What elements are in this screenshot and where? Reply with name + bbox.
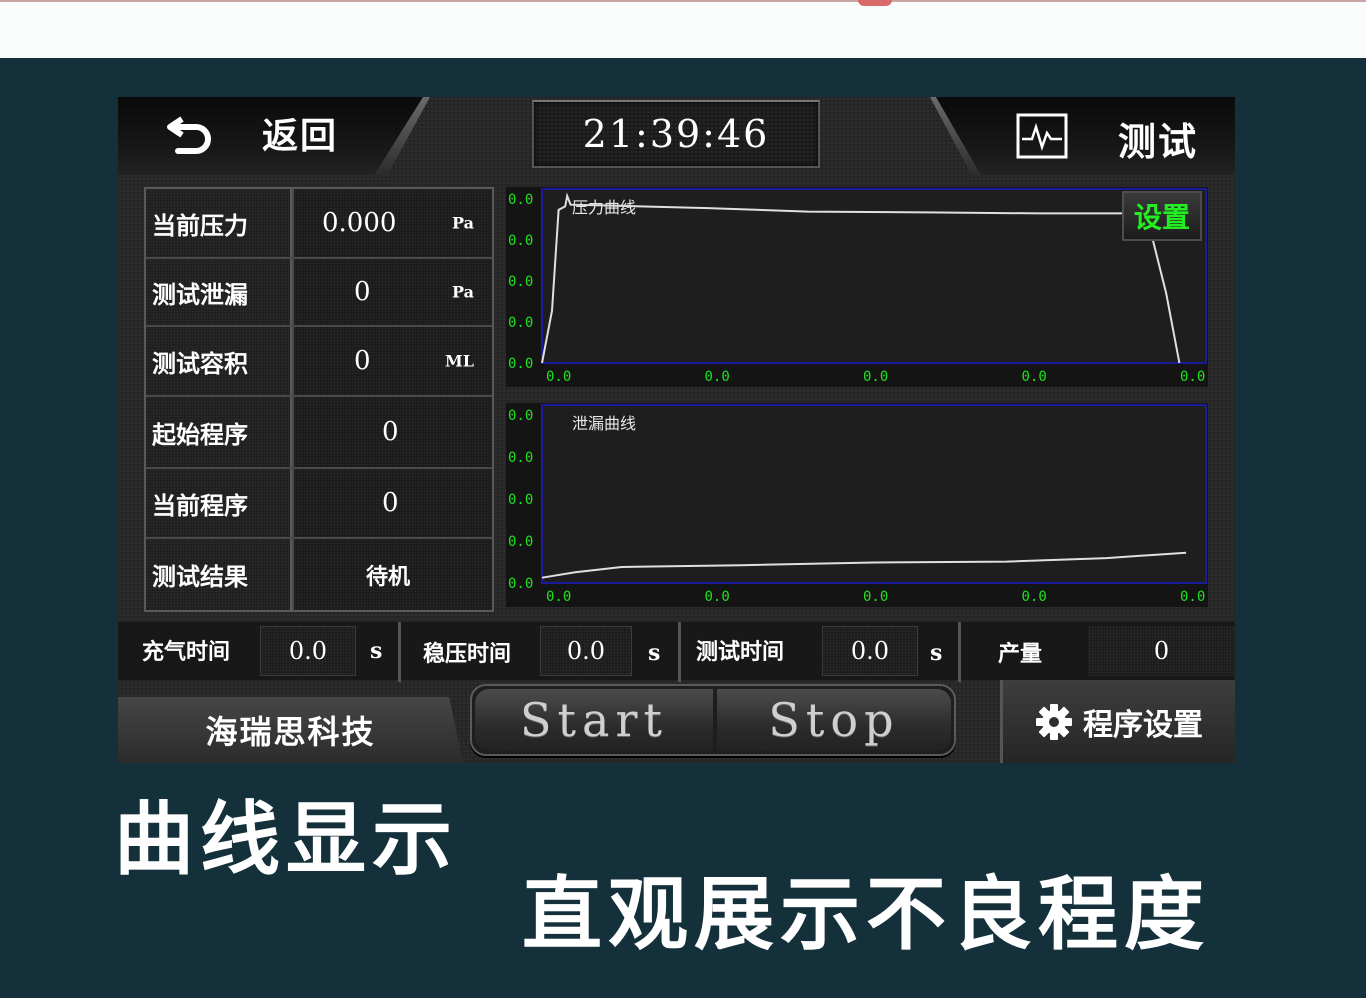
timing-info-bar: 充气时间 0.0 s 稳压时间 0.0 s 测试时间 0.0 s 产量 0 [118,622,1235,682]
chart-settings-button[interactable]: 设置 [1122,191,1202,241]
chart-title: 压力曲线 [572,198,636,217]
waveform-icon [1016,113,1068,159]
x-tick-label: 0.0 [546,589,571,605]
x-tick-label: 0.0 [546,369,571,385]
output-label: 产量 [998,641,1043,667]
y-tick-label: 0.0 [508,534,533,550]
test-mode-label[interactable]: 测试 [1118,111,1198,166]
y-tick-label: 0.0 [508,408,533,424]
param-value: 0 [354,346,371,376]
x-tick-label: 0.0 [1180,369,1205,385]
divider [398,622,401,682]
program-settings-button[interactable]: 程序设置 [1000,680,1235,763]
param-value: 0 [382,417,399,447]
start-stop-group: Start Stop [470,684,956,756]
x-tick-label: 0.0 [705,589,730,605]
test-result-status: 待机 [366,563,411,590]
x-tick-label: 0.0 [1022,369,1047,385]
back-arrow-icon [167,116,211,154]
param-row-current-program: 当前程序 0 [146,469,492,537]
param-value: 0 [354,277,371,307]
divider [958,622,961,682]
param-unit: Pa [452,213,474,233]
param-value-cell[interactable]: 0 Pa [294,259,492,325]
param-row-current-pressure: 当前压力 0.000 Pa [146,189,492,257]
x-tick-label: 0.0 [1022,589,1047,605]
x-tick-label: 0.0 [863,589,888,605]
hmi-screen: 返回 21:39:46 测试 当前压力 0.000 Pa 测试泄漏 0 Pa 测… [118,97,1235,763]
y-tick-label: 0.0 [508,192,533,208]
param-value-cell[interactable]: 0 ML [294,327,492,395]
back-label[interactable]: 返回 [262,107,338,159]
clock-display: 21:39:46 [532,100,820,168]
test-time-unit: s [930,640,943,666]
param-unit: Pa [452,282,474,302]
y-tick-label: 0.0 [508,233,533,249]
chart-title: 泄漏曲线 [572,414,636,433]
caption-defect-visualization: 直观展示不良程度 [522,868,1210,961]
param-label: 测试泄漏 [146,259,292,325]
caption-curve-display: 曲线显示 [114,793,458,886]
leakage-chart: 0.0 0.0 0.0 0.0 0.0 0.0 0.0 0.0 0.0 0.0 泄漏曲线 [506,403,1208,607]
y-tick-label: 0.0 [508,274,533,290]
program-settings-label: 程序设置 [1083,707,1203,743]
param-value-cell[interactable]: 0.000 Pa [294,189,492,257]
parameter-table: 当前压力 0.000 Pa 测试泄漏 0 Pa 测试容积 0 ML 起始程序 0 [144,187,494,612]
stop-button[interactable]: Stop [717,689,951,751]
x-tick-label: 0.0 [705,369,730,385]
param-value-cell: 0 [294,469,492,537]
inflate-time-label: 充气时间 [142,639,231,665]
param-unit: ML [445,351,474,371]
divider [678,622,681,682]
gear-icon [1036,703,1072,740]
pressure-chart: 0.0 0.0 0.0 0.0 0.0 0.0 0.0 0.0 0.0 0.0 压力曲线 [506,187,1208,387]
param-value: 0 [382,488,399,518]
output-value: 0 [1088,626,1235,676]
x-tick-label: 0.0 [863,369,888,385]
test-time-value[interactable]: 0.0 [822,626,918,676]
plot-area [541,188,1207,364]
param-row-test-leak: 测试泄漏 0 Pa [146,259,492,325]
param-value: 0.000 [322,208,397,238]
param-value-cell[interactable]: 0 [294,397,492,467]
brand-label: 海瑞思科技 [118,697,463,763]
top-notch [858,0,892,6]
y-tick-label: 0.0 [508,315,533,331]
pressure-chart-svg: 0.0 0.0 0.0 0.0 0.0 0.0 0.0 0.0 0.0 0.0 压力曲线 [506,187,1208,387]
plot-area [541,404,1207,584]
y-tick-label: 0.0 [508,356,533,372]
param-label: 测试容积 [146,327,292,395]
param-label: 起始程序 [146,397,292,467]
y-tick-label: 0.0 [508,492,533,508]
start-button[interactable]: Start [475,689,713,751]
param-row-test-result: 测试结果 待机 [146,539,492,610]
param-row-start-program: 起始程序 0 [146,397,492,467]
stabilize-time-unit: s [648,640,661,666]
stabilize-time-value[interactable]: 0.0 [540,626,632,676]
x-tick-label: 0.0 [1180,589,1205,605]
param-label: 测试结果 [146,539,292,610]
clock-text: 21:39:46 [582,112,770,156]
test-time-label: 测试时间 [696,639,785,665]
param-label: 当前程序 [146,469,292,537]
param-label: 当前压力 [146,189,292,257]
leakage-chart-svg: 0.0 0.0 0.0 0.0 0.0 0.0 0.0 0.0 0.0 0.0 泄漏曲线 [506,403,1208,607]
stabilize-time-label: 稳压时间 [423,641,512,667]
top-strip [0,0,1366,58]
param-row-test-volume: 测试容积 0 ML [146,327,492,395]
param-value-cell: 待机 [294,539,492,610]
y-tick-label: 0.0 [508,576,533,592]
inflate-time-unit: s [370,638,383,664]
inflate-time-value[interactable]: 0.0 [260,626,356,676]
y-tick-label: 0.0 [508,450,533,466]
